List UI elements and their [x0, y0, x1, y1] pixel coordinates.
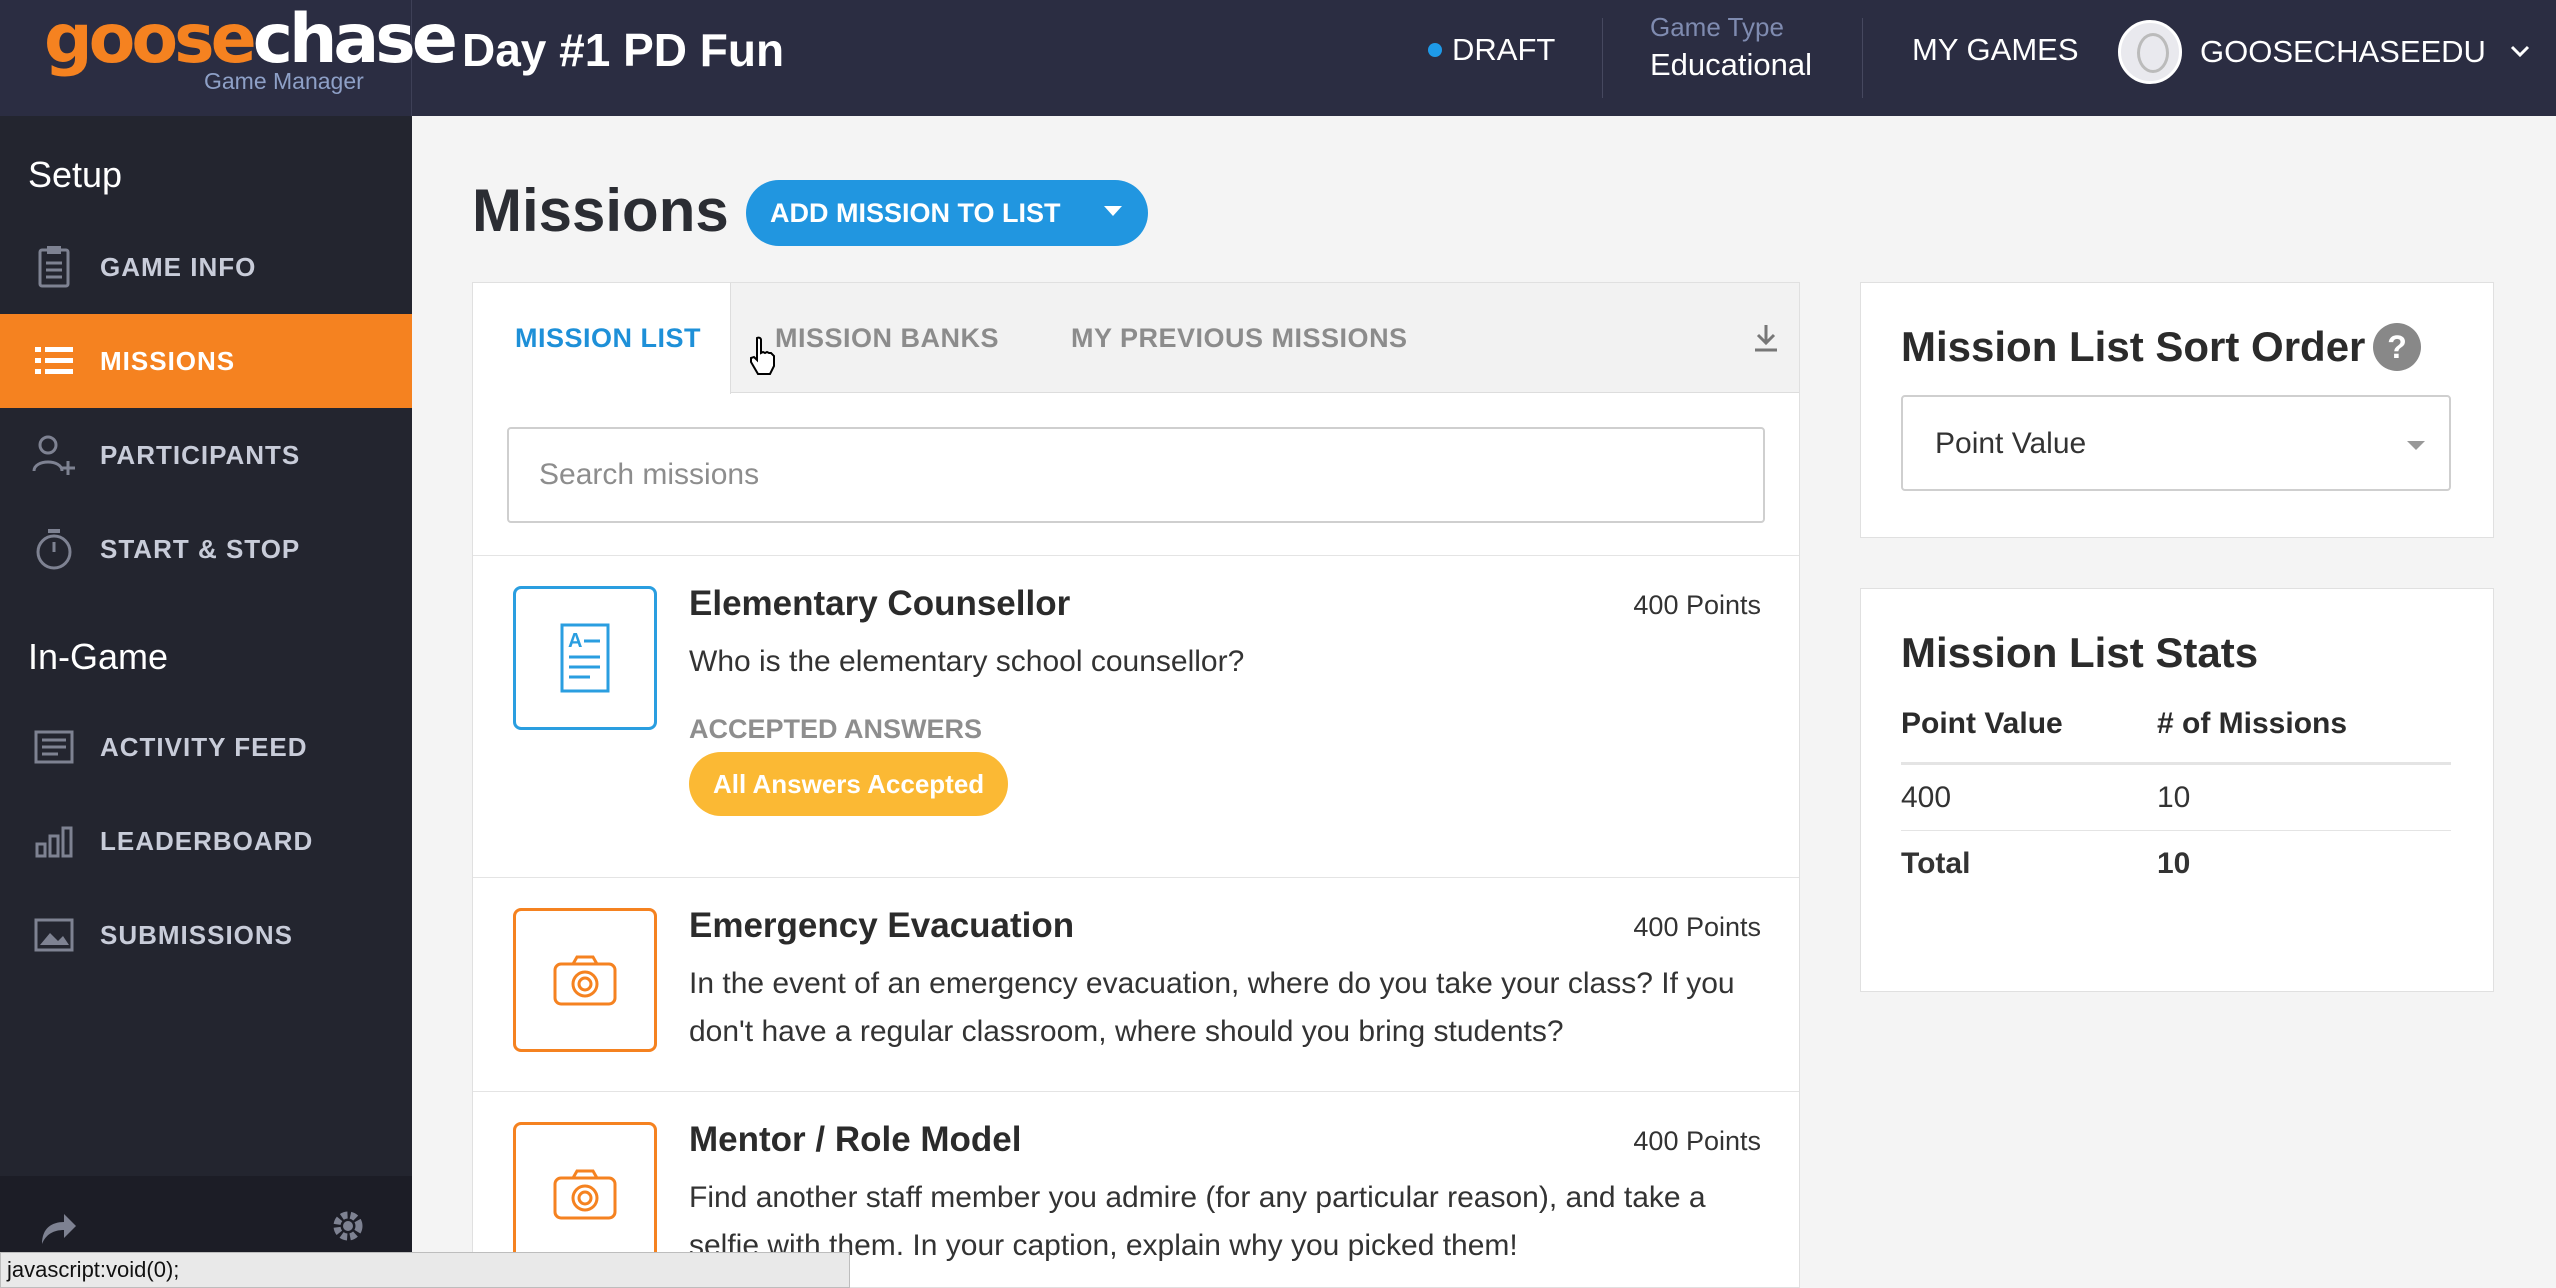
- sidebar-item-leaderboard[interactable]: LEADERBOARD: [0, 794, 412, 888]
- logo-subtitle: Game Manager: [204, 68, 364, 94]
- logo-area[interactable]: goosechase Game Manager: [0, 0, 458, 116]
- stats-header-point-value: Point Value: [1901, 707, 2063, 740]
- camera-icon: [513, 1122, 657, 1266]
- divider: [1862, 18, 1863, 98]
- tab-bar: MISSION LIST MISSION BANKS MY PREVIOUS M…: [473, 283, 1799, 394]
- stats-card: Mission List Stats Point Value # of Miss…: [1860, 588, 2494, 992]
- mission-description: Who is the elementary school counsellor?: [689, 645, 1245, 678]
- logo[interactable]: goosechase: [44, 4, 458, 76]
- feed-icon: [32, 725, 76, 769]
- stats-header-row: Point Value # of Missions: [1901, 705, 2451, 765]
- mission-points: 400 Points: [1633, 1126, 1761, 1156]
- mission-description: In the event of an emergency evacuation,…: [689, 967, 1735, 1048]
- clipboard-icon: [32, 245, 76, 289]
- gear-icon[interactable]: [328, 1206, 368, 1256]
- stats-header-missions: # of Missions: [2157, 707, 2348, 740]
- status-bar: javascript:void(0);: [0, 1252, 850, 1288]
- sidebar-item-start-stop[interactable]: START & STOP: [0, 502, 412, 596]
- draft-status[interactable]: DRAFT: [1428, 32, 1555, 68]
- mission-points: 400 Points: [1633, 912, 1761, 942]
- game-type-label: Game Type: [1650, 12, 1784, 42]
- add-mission-label: ADD MISSION TO LIST: [770, 197, 1061, 228]
- tab-mission-banks[interactable]: MISSION BANKS: [775, 283, 999, 393]
- sidebar-item-missions[interactable]: MISSIONS: [0, 314, 412, 408]
- stats-total-value: 10: [2157, 847, 2191, 880]
- sidebar: Setup GAME INFO MISSIONS PARTICIPANTS ST…: [0, 116, 412, 1288]
- camera-icon: [513, 908, 657, 1052]
- sidebar-item-label: SUBMISSIONS: [100, 919, 294, 950]
- my-games-link[interactable]: MY GAMES: [1912, 32, 2079, 68]
- help-icon[interactable]: ?: [2373, 323, 2421, 371]
- sort-order-title: Mission List Sort Order: [1901, 323, 2366, 370]
- divider: [1602, 18, 1603, 98]
- sort-order-value: Point Value: [1935, 427, 2087, 460]
- mission-points: 400 Points: [1633, 590, 1761, 620]
- table-row: 400 10: [1901, 765, 2451, 831]
- sort-order-card: Mission List Sort Order ? Point Value: [1860, 282, 2494, 538]
- stats-total-label: Total: [1901, 847, 1971, 880]
- mission-title: Elementary Counsellor: [689, 584, 1071, 623]
- caret-down-icon[interactable]: [1104, 206, 1122, 216]
- sidebar-item-participants[interactable]: PARTICIPANTS: [0, 408, 412, 502]
- stats-cell: 400: [1901, 781, 1952, 814]
- sidebar-item-label: GAME INFO: [100, 251, 257, 282]
- list-icon: [32, 339, 76, 383]
- bar-chart-icon: [32, 819, 76, 863]
- draft-status-label: DRAFT: [1452, 32, 1556, 67]
- missions-panel: MISSION LIST MISSION BANKS MY PREVIOUS M…: [472, 282, 1800, 1288]
- stats-title: Mission List Stats: [1901, 629, 2259, 676]
- sidebar-item-label: START & STOP: [100, 533, 301, 564]
- sort-order-select[interactable]: Point Value: [1901, 395, 2451, 491]
- status-dot-icon: [1428, 43, 1442, 57]
- avatar: [2118, 20, 2182, 84]
- sidebar-item-label: PARTICIPANTS: [100, 439, 301, 470]
- image-icon: [32, 913, 76, 957]
- chevron-down-icon: [2510, 39, 2530, 65]
- sidebar-item-game-info[interactable]: GAME INFO: [0, 220, 412, 314]
- sidebar-item-activity-feed[interactable]: ACTIVITY FEED: [0, 700, 412, 794]
- tab-my-previous-missions[interactable]: MY PREVIOUS MISSIONS: [1071, 283, 1408, 393]
- mission-item[interactable]: Emergency Evacuation 400 Points In the e…: [473, 878, 1799, 1092]
- username: GOOSECHASEEDU: [2200, 34, 2486, 69]
- sidebar-item-label: ACTIVITY FEED: [100, 731, 308, 762]
- game-title: Day #1 PD Fun: [462, 24, 785, 76]
- sidebar-item-label: MISSIONS: [100, 345, 236, 376]
- status-badge: All Answers Accepted: [689, 752, 1009, 816]
- caret-down-icon: [2407, 441, 2425, 450]
- game-type[interactable]: Game Type Educational: [1650, 12, 1812, 83]
- user-menu[interactable]: GOOSECHASEEDU: [2118, 20, 2530, 84]
- sidebar-item-label: LEADERBOARD: [100, 825, 314, 856]
- mission-title: Mentor / Role Model: [689, 1120, 1022, 1159]
- search-input[interactable]: [507, 427, 1765, 523]
- stopwatch-icon: [32, 527, 76, 571]
- top-bar: goosechase Game Manager Day #1 PD Fun DR…: [0, 0, 2556, 116]
- text-answer-icon: A: [513, 586, 657, 730]
- stats-cell: 10: [2157, 781, 2191, 814]
- stats-table: Point Value # of Missions 400 10 Total 1…: [1901, 705, 2451, 897]
- game-type-value: Educational: [1650, 47, 1813, 82]
- accepted-answers-label: ACCEPTED ANSWERS: [689, 714, 983, 744]
- sidebar-heading-setup: Setup: [28, 154, 123, 195]
- sidebar-heading-ingame: In-Game: [28, 636, 169, 677]
- add-user-icon: [32, 433, 76, 477]
- download-icon[interactable]: [1753, 323, 1779, 358]
- add-mission-button[interactable]: ADD MISSION TO LIST: [746, 180, 1148, 246]
- stats-total-row: Total 10: [1901, 831, 2451, 897]
- share-icon[interactable]: [38, 1210, 78, 1256]
- mission-title: Emergency Evacuation: [689, 906, 1075, 945]
- tab-mission-list[interactable]: MISSION LIST: [473, 283, 731, 394]
- hand-cursor-icon: [748, 336, 778, 381]
- sidebar-item-submissions[interactable]: SUBMISSIONS: [0, 888, 412, 982]
- mission-item[interactable]: A Elementary Counsellor 400 Points Who i…: [473, 556, 1799, 878]
- page-title: Missions: [472, 177, 729, 244]
- svg-text:A: A: [568, 630, 582, 652]
